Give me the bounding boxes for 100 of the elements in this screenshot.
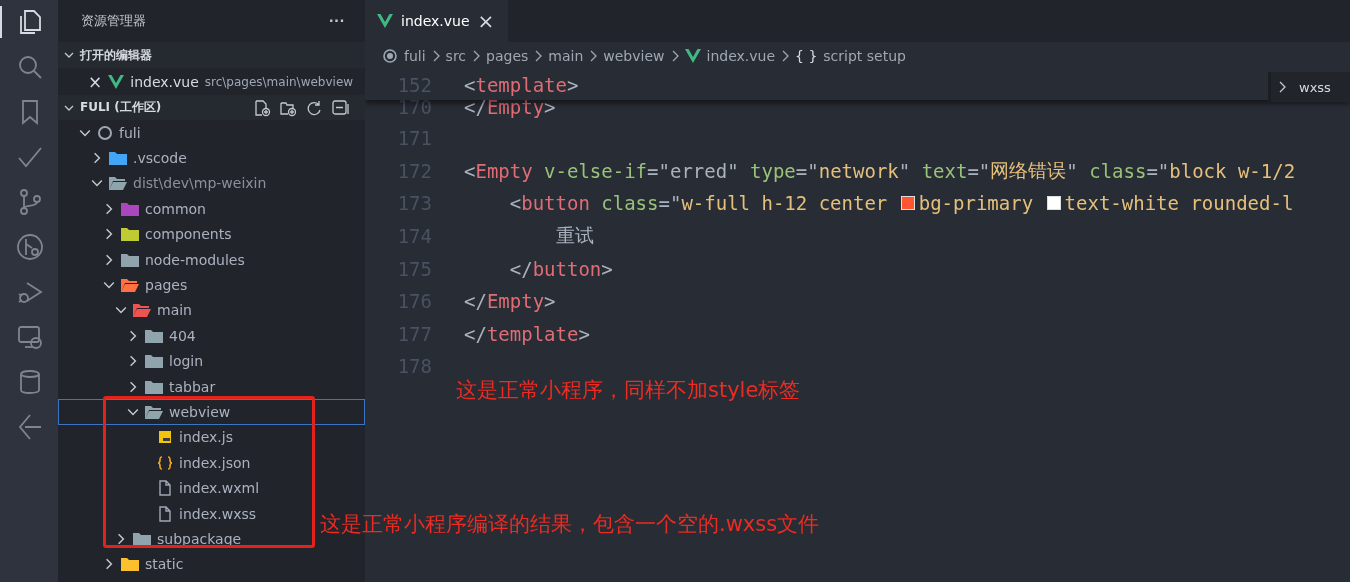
section-title: FULI (工作区) [80, 99, 162, 116]
tree-item[interactable]: static [58, 551, 185, 578]
tree-item[interactable]: main [58, 297, 193, 324]
tree-item-label: node-modules [145, 251, 245, 268]
refresh-icon[interactable] [305, 98, 323, 117]
tree-item[interactable]: common [58, 196, 207, 222]
code-token: 网络错误 [990, 157, 1067, 183]
vue-icon [377, 14, 393, 28]
chevron-icon [471, 49, 482, 63]
sidebar-title: 资源管理器 [81, 12, 146, 30]
code-token: bg-primary [918, 192, 1035, 215]
color-swatch[interactable] [1046, 196, 1061, 211]
more-button[interactable]: ··· [329, 12, 345, 30]
tree-item-label: components [145, 226, 232, 243]
code-token: network [818, 159, 899, 182]
open-folder-icon [108, 174, 128, 193]
tree-item-label: .vscode [133, 150, 187, 167]
outline-widget[interactable]: wxss [1268, 72, 1350, 102]
code-token: Empty [475, 159, 533, 182]
code-token: =" [647, 159, 670, 182]
tree-item[interactable]: fuli [58, 120, 142, 146]
tree-item[interactable]: .vscode [58, 145, 188, 171]
vue-icon [108, 74, 125, 89]
code-token: Empty [486, 290, 545, 313]
tree-item[interactable]: index.js [58, 424, 234, 451]
breadcrumb-item[interactable]: fuli [382, 48, 426, 64]
tree-item[interactable]: tabbar [58, 373, 217, 400]
color-swatch[interactable] [900, 196, 915, 211]
breadcrumb-item[interactable]: main [548, 48, 584, 64]
code-token: < [464, 159, 476, 182]
code-token: 重试 [554, 223, 594, 249]
circle-icon [96, 123, 114, 142]
tab-label: index.vue [401, 13, 470, 29]
folder-icon [120, 555, 140, 574]
tree-item[interactable]: pages [58, 272, 189, 298]
code-token: template [486, 322, 579, 345]
folder-icon [120, 225, 140, 244]
code-token: =" [967, 159, 991, 182]
tree-item-label: dist\dev\mp-weixin [133, 175, 267, 192]
vue-icon [684, 49, 701, 63]
close-icon[interactable]: × [88, 71, 103, 92]
open-folder-icon [120, 276, 140, 295]
breadcrumb-item[interactable]: webview [603, 48, 665, 64]
tree-item-label: pages [145, 277, 188, 294]
tree-item[interactable]: node-modules [58, 246, 246, 273]
editor-tab[interactable]: index.vue × [365, 0, 509, 42]
git-graph-icon[interactable] [15, 232, 45, 262]
breadcrumb-item[interactable]: index.vue [684, 48, 776, 64]
collapse-icon[interactable] [331, 98, 349, 117]
code-token: </ [464, 322, 487, 345]
chevron-icon [1277, 80, 1287, 94]
tree-item[interactable]: index.json [58, 450, 252, 476]
tree-item[interactable]: login [58, 348, 205, 374]
tree-item-label: webview [169, 404, 231, 420]
code-line: <template> [464, 74, 579, 96]
code-token: erred [669, 159, 728, 182]
tree-item-label: main [157, 302, 192, 319]
breadcrumb-item[interactable]: src [445, 48, 467, 64]
code-token: class [1089, 159, 1147, 182]
code-token: =" [1146, 159, 1170, 182]
code-token: " [727, 159, 740, 182]
close-icon[interactable]: × [477, 9, 495, 33]
section-header[interactable]: FULI (工作区) [58, 95, 365, 120]
breadcrumb-item[interactable]: { } script setup [795, 48, 906, 64]
code-token: =" [795, 159, 819, 182]
open-folder-icon [132, 301, 152, 320]
tree-item[interactable]: components [58, 221, 233, 247]
annotation-text: 这是正常小程序编译的结果，包含一个空的.wxss文件 [320, 511, 820, 538]
tree-item-label: static [145, 556, 184, 573]
file-path: src\pages\main\webview [204, 74, 354, 89]
new-file-icon[interactable] [253, 98, 271, 117]
tree-item[interactable]: webview [58, 399, 365, 425]
annotation-text: 这是正常小程序，同样不加style标签 [456, 377, 801, 404]
symbol-icon: { } [795, 48, 818, 64]
tree-item-label: index.json [179, 454, 251, 471]
tree-item[interactable]: 404 [58, 323, 197, 349]
code-token: > [601, 257, 613, 280]
tree-item[interactable]: index.wxml [58, 475, 260, 501]
open-folder-icon [144, 403, 164, 421]
open-editor-item[interactable]: × index.vue src\pages\main\webview [58, 68, 365, 95]
tree-item[interactable]: index.wxss [58, 500, 258, 527]
code-token: </ [508, 257, 533, 280]
tree-item-label: index.wxss [179, 505, 257, 522]
breadcrumb-item[interactable]: pages [486, 48, 529, 64]
tree-item-label: fuli [119, 124, 141, 141]
code-token: class [600, 192, 659, 215]
tree-item-label: 404 [169, 327, 196, 344]
code-token: " [898, 159, 912, 182]
chevron-icon [780, 49, 791, 63]
section-header[interactable]: 打开的编辑器 [58, 42, 365, 68]
file-name: index.vue [130, 73, 199, 90]
tree-item[interactable]: dist\dev\mp-weixin [58, 170, 268, 197]
section-title: 打开的编辑器 [80, 46, 152, 64]
code-token: text [921, 159, 968, 182]
tree-item[interactable]: subpackage [58, 526, 243, 552]
code-token: w-full h-12 center [681, 192, 889, 215]
code-token: > [544, 290, 556, 313]
code-token: " [1066, 159, 1079, 182]
code-token: =" [658, 192, 682, 215]
tree-item-label: index.wxml [179, 480, 259, 497]
